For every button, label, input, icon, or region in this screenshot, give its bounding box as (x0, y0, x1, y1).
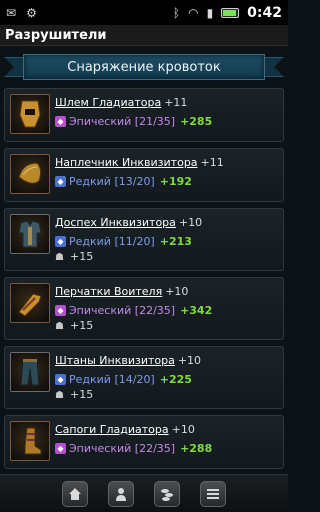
upgrade-stone-icon: ☗ (55, 251, 64, 263)
equipment-item[interactable]: Наплечник Инквизитора +11 ◆ Редкий [13/20… (4, 148, 284, 202)
item-level: +11 (200, 156, 224, 169)
android-debug-icon: ⚙ (26, 5, 37, 20)
item-extra-bonus: +15 (70, 319, 94, 332)
item-rarity: Редкий [11/20] (69, 235, 155, 248)
pants-icon (10, 352, 50, 392)
item-rarity: Эпический [22/35] (69, 442, 176, 455)
item-extra-bonus: +15 (70, 388, 94, 401)
equipment-item[interactable]: Шлем Гладиатора +11 ◆ Эпический [21/35] +… (4, 88, 284, 142)
battery-icon (221, 7, 240, 18)
rare-rarity-icon: ◆ (55, 374, 66, 385)
item-rarity: Редкий [14/20] (69, 373, 155, 386)
item-bonus: +213 (159, 235, 192, 248)
epic-rarity-icon: ◆ (55, 116, 66, 127)
app-title: Разрушители (0, 25, 288, 46)
item-level: +11 (164, 96, 188, 109)
epic-rarity-icon: ◆ (55, 443, 66, 454)
mail-icon: ✉ (6, 5, 17, 20)
equipment-item[interactable]: Сапоги Гладиатора +10 ◆ Эпический [22/35]… (4, 415, 284, 469)
home-button[interactable] (62, 480, 88, 507)
menu-icon (207, 488, 219, 499)
item-name[interactable]: Сапоги Гладиатора (55, 423, 169, 436)
item-rarity: Эпический [22/35] (69, 304, 176, 317)
item-rarity: Эпический [21/35] (69, 115, 176, 128)
rare-rarity-icon: ◆ (55, 236, 66, 247)
boots-icon (10, 421, 50, 461)
item-name[interactable]: Доспех Инквизитора (55, 216, 176, 229)
helmet-icon (10, 94, 50, 134)
upgrade-stone-icon: ☗ (55, 389, 64, 401)
epic-rarity-icon: ◆ (55, 305, 66, 316)
item-level: +10 (165, 285, 189, 298)
item-rarity: Редкий [13/20] (69, 175, 155, 188)
bottom-nav (0, 474, 288, 512)
signal-icon: ▮ (206, 5, 214, 20)
item-bonus: +285 (180, 115, 213, 128)
item-bonus: +225 (159, 373, 192, 386)
item-name[interactable]: Штаны Инквизитора (55, 354, 175, 367)
status-bar: ✉ ⚙ ᛒ ◠ ▮ 0:42 (0, 0, 288, 25)
item-name[interactable]: Наплечник Инквизитора (55, 156, 198, 169)
equipment-item[interactable]: Доспех Инквизитора +10 ◆ Редкий [11/20] +… (4, 208, 284, 271)
wifi-icon: ◠ (188, 5, 199, 20)
profile-icon (116, 487, 126, 501)
coins-icon (161, 488, 173, 501)
item-extra-bonus: +15 (70, 250, 94, 263)
coins-button[interactable] (154, 480, 180, 507)
profile-button[interactable] (108, 480, 134, 507)
bluetooth-icon: ᛒ (172, 5, 181, 20)
shoulder-icon (10, 154, 50, 194)
clock: 0:42 (247, 4, 282, 21)
item-level: +10 (171, 423, 195, 436)
item-level: +10 (177, 354, 202, 367)
item-name[interactable]: Перчатки Воителя (55, 285, 162, 298)
item-bonus: +288 (180, 442, 213, 455)
item-bonus: +342 (180, 304, 213, 317)
banner-ribbon-right (262, 57, 284, 77)
item-level: +10 (178, 216, 203, 229)
item-name[interactable]: Шлем Гладиатора (55, 96, 161, 109)
menu-button[interactable] (200, 480, 226, 507)
banner-title: Снаряжение кровоток (23, 54, 265, 80)
gloves-icon (10, 283, 50, 323)
rare-rarity-icon: ◆ (55, 176, 66, 187)
equipment-item[interactable]: Штаны Инквизитора +10 ◆ Редкий [14/20] +2… (4, 346, 284, 409)
home-icon (69, 487, 81, 500)
item-bonus: +192 (159, 175, 192, 188)
equipment-item[interactable]: Перчатки Воителя +10 ◆ Эпический [22/35] … (4, 277, 284, 340)
armor-icon (10, 214, 50, 254)
equipment-list[interactable]: Шлем Гладиатора +11 ◆ Эпический [21/35] +… (4, 88, 284, 472)
upgrade-stone-icon: ☗ (55, 320, 64, 332)
section-banner: Снаряжение кровоток (0, 50, 288, 84)
